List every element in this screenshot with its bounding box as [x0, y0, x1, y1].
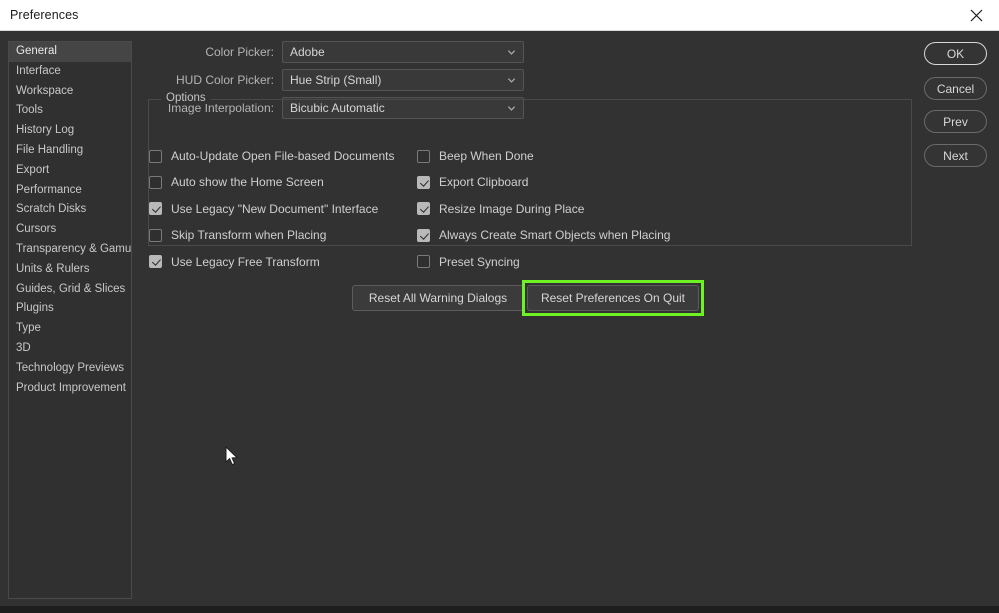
chevron-down-icon [507, 48, 516, 57]
button-label: Cancel [937, 82, 974, 96]
close-button[interactable] [953, 0, 999, 30]
checkbox-row[interactable]: Use Legacy Free Transform [149, 254, 320, 270]
reset-preferences-on-quit-button[interactable]: Reset Preferences On Quit [527, 285, 699, 311]
checkbox-label: Beep When Done [439, 149, 534, 163]
checkbox-row[interactable]: Always Create Smart Objects when Placing [417, 227, 670, 243]
sidebar-item-label: Technology Previews [16, 362, 124, 374]
cancel-button[interactable]: Cancel [924, 77, 987, 100]
checkbox-row[interactable]: Use Legacy "New Document" Interface [149, 201, 378, 217]
window-title: Preferences [10, 8, 79, 22]
sidebar-item-file-handling[interactable]: File Handling [9, 141, 131, 161]
checkbox-label: Auto-Update Open File-based Documents [171, 149, 394, 163]
sidebar-item-label: Scratch Disks [16, 203, 86, 215]
sidebar-item-tools[interactable]: Tools [9, 101, 131, 121]
next-button[interactable]: Next [924, 144, 987, 167]
sidebar-item-label: Type [16, 322, 41, 334]
sidebar-item-type[interactable]: Type [9, 319, 131, 339]
sidebar-item-history-log[interactable]: History Log [9, 121, 131, 141]
checkbox-label: Skip Transform when Placing [171, 228, 326, 242]
prev-button[interactable]: Prev [924, 110, 987, 133]
checkbox-label: Always Create Smart Objects when Placing [439, 228, 670, 242]
options-legend: Options [161, 92, 211, 104]
checkbox-unchecked-icon[interactable] [149, 229, 162, 242]
sidebar-item-label: Product Improvement [16, 382, 126, 394]
checkbox-row[interactable]: Skip Transform when Placing [149, 227, 326, 243]
preferences-dialog: Preferences General Interface Workspace Too… [0, 0, 999, 613]
sidebar-item-export[interactable]: Export [9, 161, 131, 181]
color-picker-label: Color Picker: [205, 41, 274, 63]
sidebar-item-label: History Log [16, 124, 74, 136]
hud-color-picker-label-box: HUD Color Picker: [140, 69, 274, 91]
sidebar-item-plugins[interactable]: Plugins [9, 299, 131, 319]
checkbox-unchecked-icon[interactable] [149, 150, 162, 163]
color-picker-row: Color Picker: Adobe [140, 41, 530, 63]
sidebar-item-label: General [16, 45, 57, 57]
checkbox-label: Resize Image During Place [439, 202, 584, 216]
hud-color-picker-value: Hue Strip (Small) [290, 70, 381, 90]
checkbox-checked-icon[interactable] [149, 202, 162, 215]
button-label: OK [947, 47, 964, 61]
ok-button[interactable]: OK [924, 42, 987, 65]
button-label: Next [943, 149, 968, 163]
sidebar-item-interface[interactable]: Interface [9, 62, 131, 82]
bottom-strip [0, 606, 999, 613]
checkbox-row[interactable]: Resize Image During Place [417, 201, 584, 217]
sidebar-item-label: Plugins [16, 302, 54, 314]
checkbox-unchecked-icon[interactable] [417, 255, 430, 268]
sidebar-item-technology-previews[interactable]: Technology Previews [9, 359, 131, 379]
sidebar-item-label: Cursors [16, 223, 56, 235]
sidebar-item-label: Workspace [16, 85, 73, 97]
checkbox-label: Use Legacy Free Transform [171, 255, 320, 269]
options-group: Options [148, 99, 912, 246]
checkbox-row[interactable]: Auto-Update Open File-based Documents [149, 148, 394, 164]
sidebar-item-general[interactable]: General [9, 42, 131, 62]
sidebar-item-transparency-gamut[interactable]: Transparency & Gamut [9, 240, 131, 260]
sidebar-item-cursors[interactable]: Cursors [9, 220, 131, 240]
button-label: Prev [943, 115, 968, 129]
hud-color-picker-select[interactable]: Hue Strip (Small) [282, 69, 524, 91]
sidebar-item-label: Export [16, 164, 49, 176]
sidebar-item-units-rulers[interactable]: Units & Rulers [9, 260, 131, 280]
reset-all-warning-dialogs-button[interactable]: Reset All Warning Dialogs [352, 285, 524, 311]
sidebar-item-guides-grid-slices[interactable]: Guides, Grid & Slices [9, 280, 131, 300]
sidebar-item-label: Performance [16, 184, 82, 196]
checkbox-label: Auto show the Home Screen [171, 175, 324, 189]
checkbox-label: Preset Syncing [439, 255, 520, 269]
sidebar-item-3d[interactable]: 3D [9, 339, 131, 359]
color-picker-select[interactable]: Adobe [282, 41, 524, 63]
sidebar-item-label: Interface [16, 65, 61, 77]
checkbox-checked-icon[interactable] [417, 202, 430, 215]
checkbox-row[interactable]: Preset Syncing [417, 254, 520, 270]
hud-color-picker-label: HUD Color Picker: [176, 69, 274, 91]
sidebar-item-product-improvement[interactable]: Product Improvement [9, 379, 131, 399]
sidebar-item-label: Units & Rulers [16, 263, 90, 275]
sidebar-item-label: Tools [16, 104, 43, 116]
checkbox-label: Export Clipboard [439, 175, 528, 189]
chevron-down-icon [507, 76, 516, 85]
category-list[interactable]: General Interface Workspace Tools History Lo… [8, 41, 132, 599]
checkbox-row[interactable]: Auto show the Home Screen [149, 174, 324, 190]
color-picker-value: Adobe [290, 42, 325, 62]
checkbox-checked-icon[interactable] [149, 255, 162, 268]
sidebar-item-label: Guides, Grid & Slices [16, 283, 125, 295]
checkbox-row[interactable]: Export Clipboard [417, 174, 528, 190]
sidebar-item-performance[interactable]: Performance [9, 181, 131, 201]
checkbox-unchecked-icon[interactable] [149, 176, 162, 189]
checkbox-checked-icon[interactable] [417, 229, 430, 242]
sidebar-item-workspace[interactable]: Workspace [9, 82, 131, 102]
title-bar: Preferences [0, 0, 999, 31]
close-icon [970, 9, 983, 22]
sidebar-item-label: 3D [16, 342, 31, 354]
checkbox-label: Use Legacy "New Document" Interface [171, 202, 378, 216]
sidebar-item-label: Transparency & Gamut [16, 243, 132, 255]
sidebar-item-label: File Handling [16, 144, 83, 156]
hud-color-picker-row: HUD Color Picker: Hue Strip (Small) [140, 69, 530, 91]
checkbox-checked-icon[interactable] [417, 176, 430, 189]
color-picker-label-box: Color Picker: [140, 41, 274, 63]
sidebar-item-scratch-disks[interactable]: Scratch Disks [9, 200, 131, 220]
checkbox-row[interactable]: Beep When Done [417, 148, 534, 164]
checkbox-unchecked-icon[interactable] [417, 150, 430, 163]
